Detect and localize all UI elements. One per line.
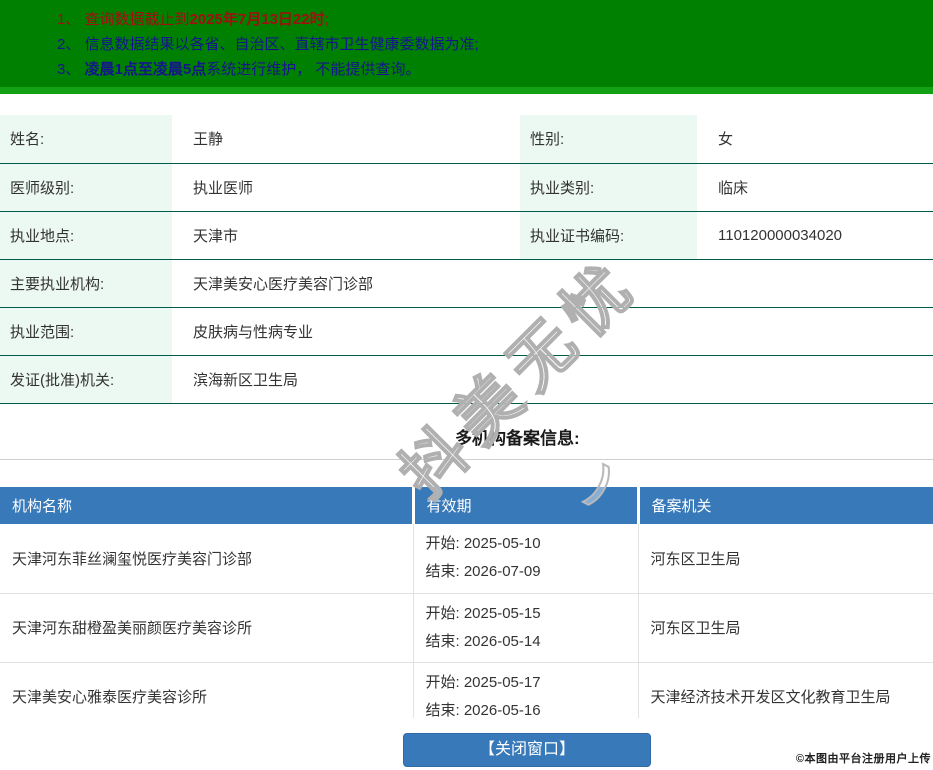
validity-period: 开始: 2025-05-15 结束: 2026-05-14: [413, 593, 638, 662]
notice-banner: 1、 查询数据截止到2025年7月13日22时; 2、 信息数据结果以各省、自治…: [0, 0, 933, 94]
validity-end: 结束: 2026-05-14: [426, 628, 638, 656]
notice-line-3: 3、 凌晨1点至凌晨5点系统进行维护， 不能提供查询。: [57, 57, 933, 82]
notice-1-text: 1、 查询数据截止到: [57, 11, 190, 28]
field-value-main-institution: 天津美安心医疗美容门诊部: [172, 259, 933, 307]
field-label-scope: 执业范围:: [0, 307, 172, 355]
close-window-button[interactable]: 【关闭窗口】: [403, 733, 651, 767]
institution-name: 天津美安心雅泰医疗美容诊所: [0, 662, 413, 718]
notice-3-bold: 凌晨1点至凌晨5点: [85, 61, 207, 78]
table-row: 执业地点: 天津市 执业证书编码: 110120000034020: [0, 211, 933, 259]
validity-period: 开始: 2025-05-17 结束: 2026-05-16: [413, 662, 638, 718]
table-row: 姓名: 王静 性别: 女: [0, 115, 933, 163]
filing-authority: 河东区卫生局: [638, 524, 933, 593]
notice-3-text: 3、: [57, 61, 85, 78]
notice-2-text: 2、 信息数据结果以各省、自治区、直辖市卫生健康委数据为准;: [57, 36, 479, 53]
table-row: 天津河东甜橙盈美丽颜医疗美容诊所 开始: 2025-05-15 结束: 2026…: [0, 593, 933, 662]
field-label-category: 执业类别:: [520, 163, 697, 211]
validity-end: 结束: 2026-07-09: [426, 558, 638, 586]
field-label-gender: 性别:: [520, 115, 697, 163]
field-label-main-institution: 主要执业机构:: [0, 259, 172, 307]
field-value-issuing-authority: 滨海新区卫生局: [172, 355, 933, 403]
table-row: 医师级别: 执业医师 执业类别: 临床: [0, 163, 933, 211]
filing-table: 机构名称 有效期 备案机关 天津河东菲丝澜玺悦医疗美容门诊部 开始: 2025-…: [0, 487, 933, 718]
upload-credit-text: ©本图由平台注册用户上传: [796, 750, 931, 766]
institution-name: 天津河东菲丝澜玺悦医疗美容门诊部: [0, 524, 413, 593]
col-header-authority: 备案机关: [638, 487, 933, 524]
validity-end: 结束: 2026-05-16: [426, 697, 638, 719]
field-value-scope: 皮肤病与性病专业: [172, 307, 933, 355]
validity-start: 开始: 2025-05-10: [426, 530, 638, 558]
notice-line-1: 1、 查询数据截止到2025年7月13日22时;: [57, 7, 933, 32]
field-label-name: 姓名:: [0, 115, 172, 163]
filing-authority: 河东区卫生局: [638, 593, 933, 662]
institution-name: 天津河东甜橙盈美丽颜医疗美容诊所: [0, 593, 413, 662]
banner-bottom-strip: [0, 87, 933, 94]
multi-institution-heading: 多机构备案信息:: [455, 424, 580, 449]
table-row: 发证(批准)机关: 滨海新区卫生局: [0, 355, 933, 403]
col-header-validity: 有效期: [413, 487, 638, 524]
field-value-gender: 女: [697, 115, 933, 163]
field-label-cert-code: 执业证书编码:: [520, 211, 697, 259]
col-header-institution: 机构名称: [0, 487, 413, 524]
notice-1-bold: 2025年7月13日22时: [190, 11, 325, 28]
field-label-level: 医师级别:: [0, 163, 172, 211]
notice-1-suffix: ;: [325, 11, 329, 28]
filing-table-header-row: 机构名称 有效期 备案机关: [0, 487, 933, 524]
query-result-page: 1、 查询数据截止到2025年7月13日22时; 2、 信息数据结果以各省、自治…: [0, 0, 933, 770]
table-row: 主要执业机构: 天津美安心医疗美容门诊部: [0, 259, 933, 307]
doctor-info-table: 姓名: 王静 性别: 女 医师级别: 执业医师 执业类别: 临床 执业地点: 天…: [0, 115, 933, 404]
field-value-level: 执业医师: [172, 163, 520, 211]
field-value-category: 临床: [697, 163, 933, 211]
validity-start: 开始: 2025-05-17: [426, 669, 638, 697]
table-row: 天津河东菲丝澜玺悦医疗美容门诊部 开始: 2025-05-10 结束: 2026…: [0, 524, 933, 593]
field-label-issuing-authority: 发证(批准)机关:: [0, 355, 172, 403]
divider-line: [0, 459, 933, 460]
filing-table-container: 机构名称 有效期 备案机关 天津河东菲丝澜玺悦医疗美容门诊部 开始: 2025-…: [0, 487, 933, 718]
field-value-location: 天津市: [172, 211, 520, 259]
validity-period: 开始: 2025-05-10 结束: 2026-07-09: [413, 524, 638, 593]
field-value-name: 王静: [172, 115, 520, 163]
notice-3-suffix: 系统进行维护， 不能提供查询。: [206, 61, 420, 78]
validity-start: 开始: 2025-05-15: [426, 600, 638, 628]
table-row: 天津美安心雅泰医疗美容诊所 开始: 2025-05-17 结束: 2026-05…: [0, 662, 933, 718]
filing-authority: 天津经济技术开发区文化教育卫生局: [638, 662, 933, 718]
field-value-cert-code: 110120000034020: [697, 211, 933, 259]
field-label-location: 执业地点:: [0, 211, 172, 259]
notice-line-2: 2、 信息数据结果以各省、自治区、直辖市卫生健康委数据为准;: [57, 32, 933, 57]
table-row: 执业范围: 皮肤病与性病专业: [0, 307, 933, 355]
